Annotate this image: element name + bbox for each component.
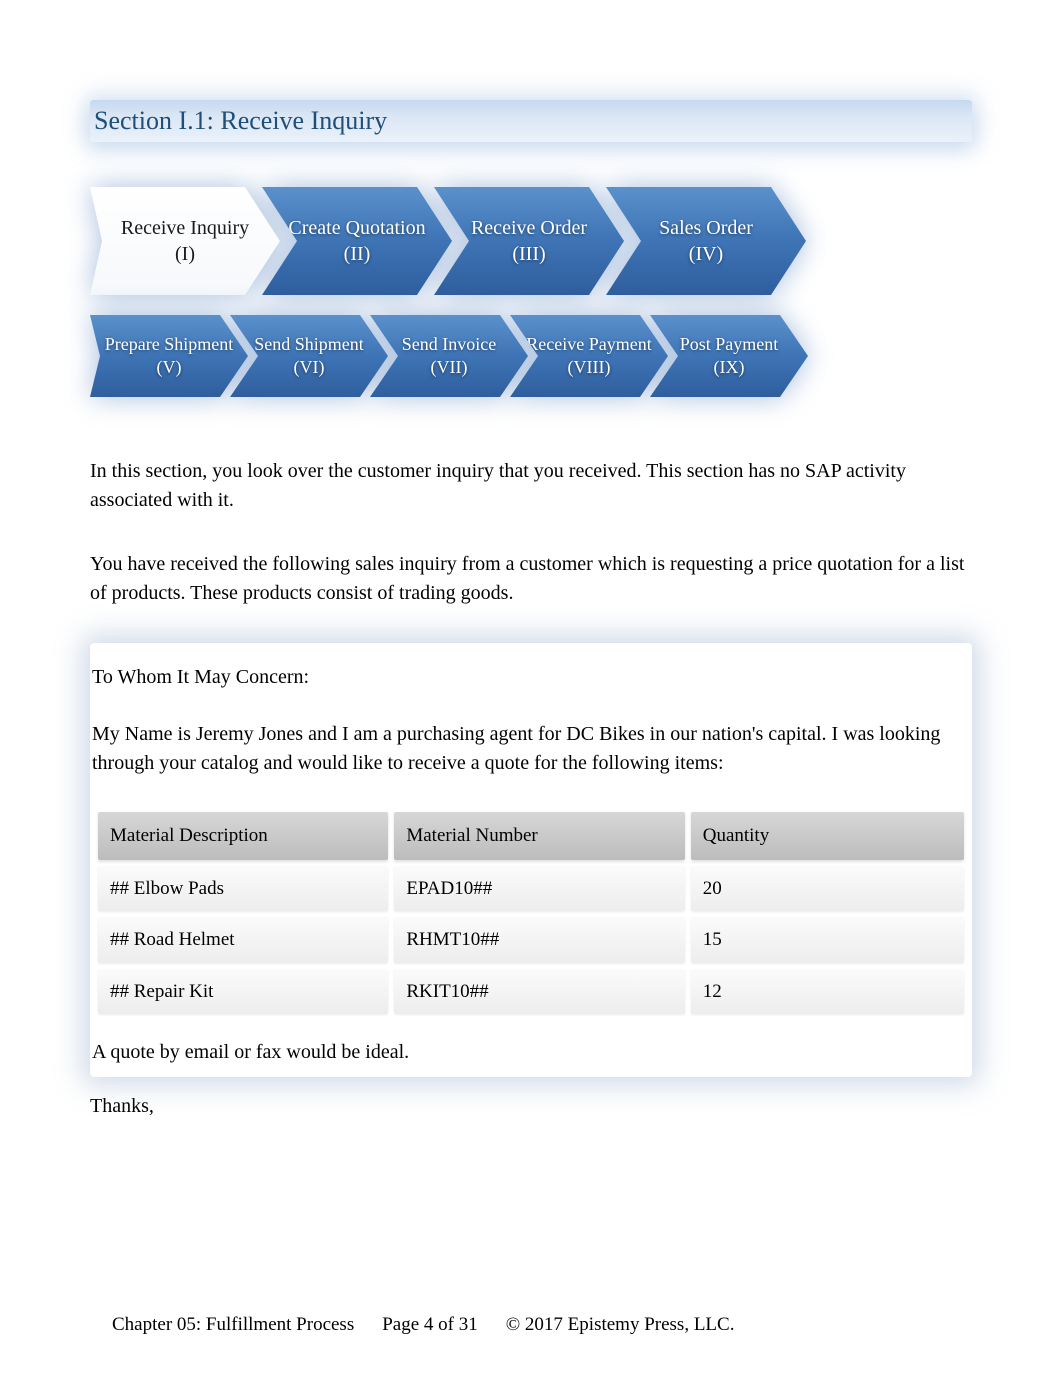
process-chevron-diagram: Receive Inquiry (I) Create Quotation (II… — [90, 187, 972, 397]
process-step-receive-payment: Receive Payment (VIII) — [510, 315, 668, 397]
materials-table: Material Description Material Number Qua… — [92, 806, 970, 1020]
table-row: ## Road Helmet RHMT10## 15 — [98, 917, 964, 963]
col-header-description: Material Description — [98, 812, 388, 860]
process-step-label: Receive Order — [471, 215, 587, 241]
body-text: In this section, you look over the custo… — [90, 457, 972, 608]
process-step-number: (VI) — [294, 356, 325, 379]
cell-material-number: RHMT10## — [394, 917, 684, 963]
intro-paragraph-1: In this section, you look over the custo… — [90, 457, 972, 515]
cell-quantity: 15 — [691, 917, 964, 963]
col-header-material-number: Material Number — [394, 812, 684, 860]
cell-material-number: RKIT10## — [394, 969, 684, 1015]
table-header-row: Material Description Material Number Qua… — [98, 812, 964, 860]
footer-copyright: © 2017 Epistemy Press, LLC. — [506, 1314, 735, 1336]
intro-paragraph-2: You have received the following sales in… — [90, 550, 972, 608]
inquiry-letter: To Whom It May Concern: My Name is Jerem… — [90, 643, 972, 1077]
cell-description: ## Repair Kit — [98, 969, 388, 1015]
section-heading: Section I.1: Receive Inquiry — [90, 100, 972, 142]
cell-quantity: 20 — [691, 866, 964, 912]
letter-body: To Whom It May Concern: My Name is Jerem… — [90, 663, 972, 1067]
letter-intro: My Name is Jeremy Jones and I am a purch… — [92, 720, 970, 778]
process-step-label: Create Quotation — [288, 215, 425, 241]
process-row-2: Prepare Shipment (V) Send Shipment (VI) … — [90, 315, 972, 397]
process-step-create-quotation: Create Quotation (II) — [262, 187, 452, 295]
table-row: ## Elbow Pads EPAD10## 20 — [98, 866, 964, 912]
process-step-number: (I) — [175, 241, 195, 267]
footer-page-number: Page 4 of 31 — [382, 1314, 478, 1336]
cell-material-number: EPAD10## — [394, 866, 684, 912]
cell-description: ## Elbow Pads — [98, 866, 388, 912]
process-row-1: Receive Inquiry (I) Create Quotation (II… — [90, 187, 972, 295]
process-step-send-invoice: Send Invoice (VII) — [370, 315, 528, 397]
process-step-label: Receive Payment — [526, 333, 651, 356]
cell-description: ## Road Helmet — [98, 917, 388, 963]
table-row: ## Repair Kit RKIT10## 12 — [98, 969, 964, 1015]
process-step-number: (IX) — [714, 356, 745, 379]
process-step-post-payment: Post Payment (IX) — [650, 315, 808, 397]
process-step-number: (III) — [512, 241, 545, 267]
process-step-receive-order: Receive Order (III) — [434, 187, 624, 295]
letter-thanks: Thanks, — [90, 1095, 972, 1118]
process-step-number: (VIII) — [568, 356, 611, 379]
process-step-number: (V) — [157, 356, 182, 379]
document-page: Section I.1: Receive Inquiry Receive Inq… — [0, 0, 1062, 1376]
cell-quantity: 12 — [691, 969, 964, 1015]
process-step-label: Sales Order — [659, 215, 753, 241]
footer-chapter: Chapter 05: Fulfillment Process — [112, 1314, 354, 1336]
process-step-receive-inquiry: Receive Inquiry (I) — [90, 187, 280, 295]
process-step-send-shipment: Send Shipment (VI) — [230, 315, 388, 397]
process-step-prepare-shipment: Prepare Shipment (V) — [90, 315, 248, 397]
page-footer: Chapter 05: Fulfillment Process Page 4 o… — [112, 1314, 972, 1336]
process-step-label: Send Invoice — [402, 333, 496, 356]
process-step-number: (IV) — [689, 241, 723, 267]
process-step-label: Receive Inquiry — [121, 215, 249, 241]
letter-closing-line: A quote by email or fax would be ideal. — [92, 1038, 970, 1067]
process-step-label: Prepare Shipment — [105, 333, 233, 356]
process-step-sales-order: Sales Order (IV) — [606, 187, 806, 295]
col-header-quantity: Quantity — [691, 812, 964, 860]
process-step-number: (VII) — [431, 356, 468, 379]
process-step-label: Send Shipment — [254, 333, 364, 356]
letter-salutation: To Whom It May Concern: — [92, 663, 970, 692]
process-step-number: (II) — [344, 241, 371, 267]
process-step-label: Post Payment — [680, 333, 779, 356]
letter-signoff: Thanks, — [90, 1095, 972, 1118]
